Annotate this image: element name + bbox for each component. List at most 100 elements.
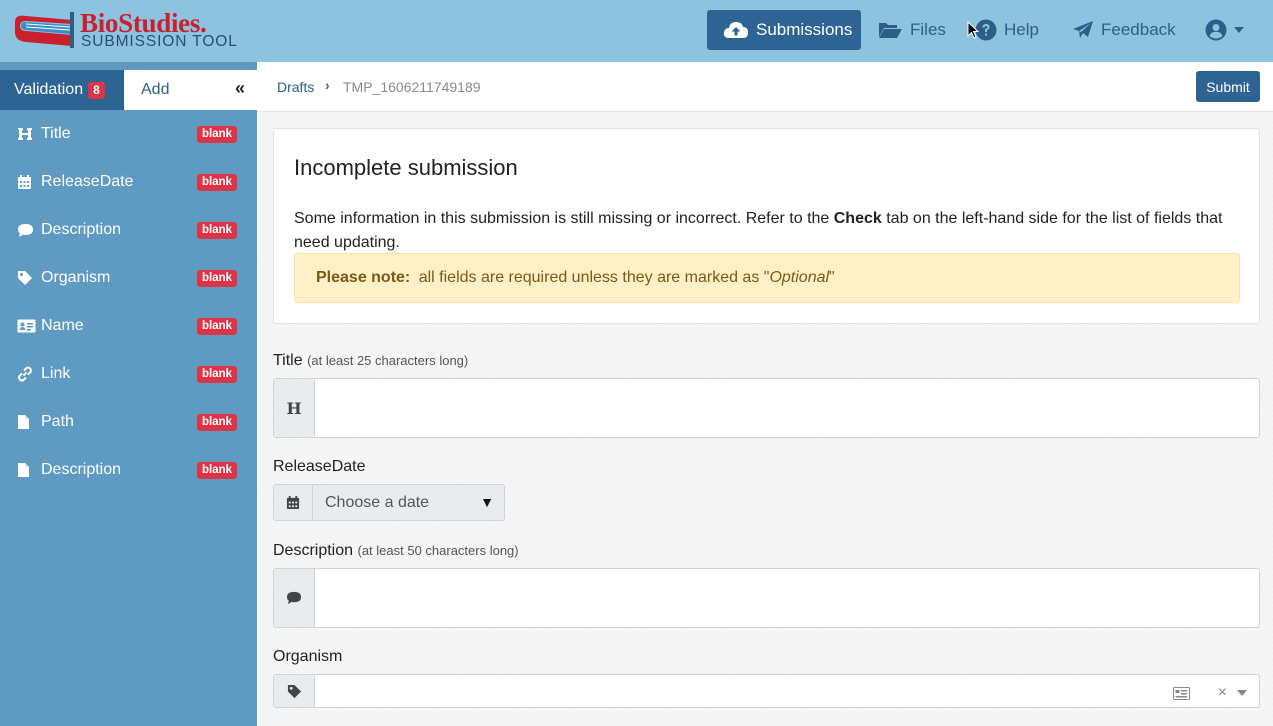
caret-down-icon	[1234, 27, 1244, 33]
list-card-icon[interactable]	[1172, 686, 1190, 700]
mouse-cursor-icon	[967, 21, 979, 39]
breadcrumb-separator: ›	[325, 77, 330, 93]
blank-badge: blank	[196, 414, 237, 431]
organism-input-group: ×	[273, 674, 1260, 708]
feedback-nav-button[interactable]: Feedback	[1072, 10, 1176, 50]
file-icon	[17, 462, 37, 478]
comment-icon	[274, 569, 315, 627]
blank-badge: blank	[196, 174, 237, 191]
description-field-label: Description (at least 50 characters long…	[273, 542, 519, 560]
message-bold: Check	[833, 210, 882, 227]
submissions-label: Submissions	[756, 20, 853, 39]
title-input[interactable]	[315, 379, 1259, 437]
sidebar-item-label: ReleaseDate	[41, 173, 134, 190]
file-icon	[17, 414, 37, 430]
sidebar-item-label: Description	[41, 221, 122, 238]
sidebar-item-title[interactable]: Title blank	[0, 110, 257, 158]
sidebar-item-label: Description	[41, 461, 122, 478]
releasedate-placeholder: Choose a date	[325, 493, 430, 511]
sidebar-item-link[interactable]: Link blank	[0, 350, 257, 398]
submissions-nav-button[interactable]: Submissions	[707, 10, 861, 50]
description-input-group	[273, 568, 1260, 628]
tag-icon	[274, 675, 315, 707]
breadcrumb-drafts-link[interactable]: Drafts	[277, 79, 314, 95]
validation-list: Title blank ReleaseDate blank Descriptio…	[0, 110, 257, 494]
blank-badge: blank	[196, 126, 237, 143]
link-icon	[17, 366, 37, 382]
heading-icon	[17, 126, 37, 142]
sidebar-item-releasedate[interactable]: ReleaseDate blank	[0, 158, 257, 206]
releasedate-input-group: Choose a date ▼	[273, 484, 505, 521]
caret-down-icon: ▼	[480, 494, 494, 510]
sidebar-item-label: Name	[41, 317, 84, 334]
note-end: "	[829, 269, 835, 286]
calendar-icon	[17, 174, 37, 190]
paper-plane-icon	[1073, 21, 1093, 38]
sidebar-item-label: Organism	[41, 269, 111, 286]
blank-badge: blank	[196, 366, 237, 383]
organism-label: Organism	[273, 648, 343, 665]
breadcrumb-current: TMP_1606211749189	[343, 79, 481, 95]
title-label: Title	[273, 352, 303, 369]
comment-icon	[17, 223, 37, 238]
files-label: Files	[910, 20, 946, 39]
files-nav-button[interactable]: Files	[878, 10, 946, 50]
note-text: all fields are required unless they are …	[414, 269, 770, 286]
cloud-upload-icon	[723, 22, 748, 38]
clear-icon[interactable]: ×	[1218, 684, 1227, 702]
collapse-sidebar-icon[interactable]: «	[235, 78, 245, 99]
sidebar-item-path[interactable]: Path blank	[0, 398, 257, 446]
releasedate-select[interactable]: Choose a date ▼	[313, 485, 504, 520]
card-title: Incomplete submission	[294, 155, 518, 180]
sidebar-item-description[interactable]: Description blank	[0, 206, 257, 254]
sidebar-item-name[interactable]: Name blank	[0, 302, 257, 350]
folder-open-icon	[879, 23, 902, 38]
sidebar-item-organism[interactable]: Organism blank	[0, 254, 257, 302]
id-card-icon	[17, 319, 37, 333]
validation-count-badge: 8	[88, 81, 105, 99]
message-part: Some information in this submission is s…	[294, 210, 834, 227]
main-content: Incomplete submission Some information i…	[257, 112, 1273, 726]
sidebar: Validation 8 Add « Title blank ReleaseDa…	[0, 62, 257, 726]
organism-select[interactable]: ×	[315, 675, 1259, 707]
title-hint: (at least 25 characters long)	[307, 353, 469, 368]
brand-subtitle: SUBMISSION TOOL	[81, 33, 238, 50]
feedback-label: Feedback	[1101, 20, 1176, 39]
tab-add-label: Add	[141, 81, 170, 98]
sidebar-item-label: Title	[41, 125, 71, 142]
tag-icon	[17, 270, 37, 286]
sidebar-item-label: Link	[41, 365, 71, 382]
submit-button[interactable]: Submit	[1196, 71, 1260, 102]
organism-field-label: Organism	[273, 648, 342, 666]
help-nav-button[interactable]: Help	[975, 10, 1039, 50]
note-bold: Please note:	[316, 269, 411, 286]
note-italic: Optional	[769, 269, 830, 286]
book-logo-icon	[15, 12, 74, 48]
blank-badge: blank	[196, 462, 237, 479]
releasedate-field-label: ReleaseDate	[273, 458, 366, 476]
organism-tools: ×	[1172, 684, 1247, 702]
navbar: BioStudies. SUBMISSION TOOL Submissions …	[0, 0, 1273, 62]
description-input[interactable]	[315, 569, 1259, 627]
tab-add[interactable]: Add «	[124, 70, 257, 110]
incomplete-submission-card: Incomplete submission Some information i…	[273, 128, 1260, 324]
releasedate-label: ReleaseDate	[273, 458, 366, 475]
calendar-icon	[274, 485, 313, 520]
description-label: Description	[273, 542, 354, 559]
blank-badge: blank	[196, 222, 237, 239]
user-menu-button[interactable]	[1205, 10, 1251, 50]
sidebar-item-label: Path	[41, 413, 74, 430]
title-field-label: Title (at least 25 characters long)	[273, 352, 468, 370]
help-label: Help	[1004, 20, 1039, 39]
brand-logo[interactable]: BioStudies. SUBMISSION TOOL	[12, 8, 242, 54]
sidebar-item-file-description[interactable]: Description blank	[0, 446, 257, 494]
heading-icon: H	[274, 379, 315, 437]
card-message: Some information in this submission is s…	[294, 207, 1234, 255]
title-input-group: H	[273, 378, 1260, 438]
description-hint: (at least 50 characters long)	[357, 543, 519, 558]
tab-validation-label: Validation	[14, 81, 84, 98]
blank-badge: blank	[196, 318, 237, 335]
caret-down-icon[interactable]	[1237, 690, 1247, 696]
breadcrumb-bar: Drafts › TMP_1606211749189 Submit	[257, 62, 1273, 112]
tab-validation[interactable]: Validation 8	[0, 70, 124, 110]
